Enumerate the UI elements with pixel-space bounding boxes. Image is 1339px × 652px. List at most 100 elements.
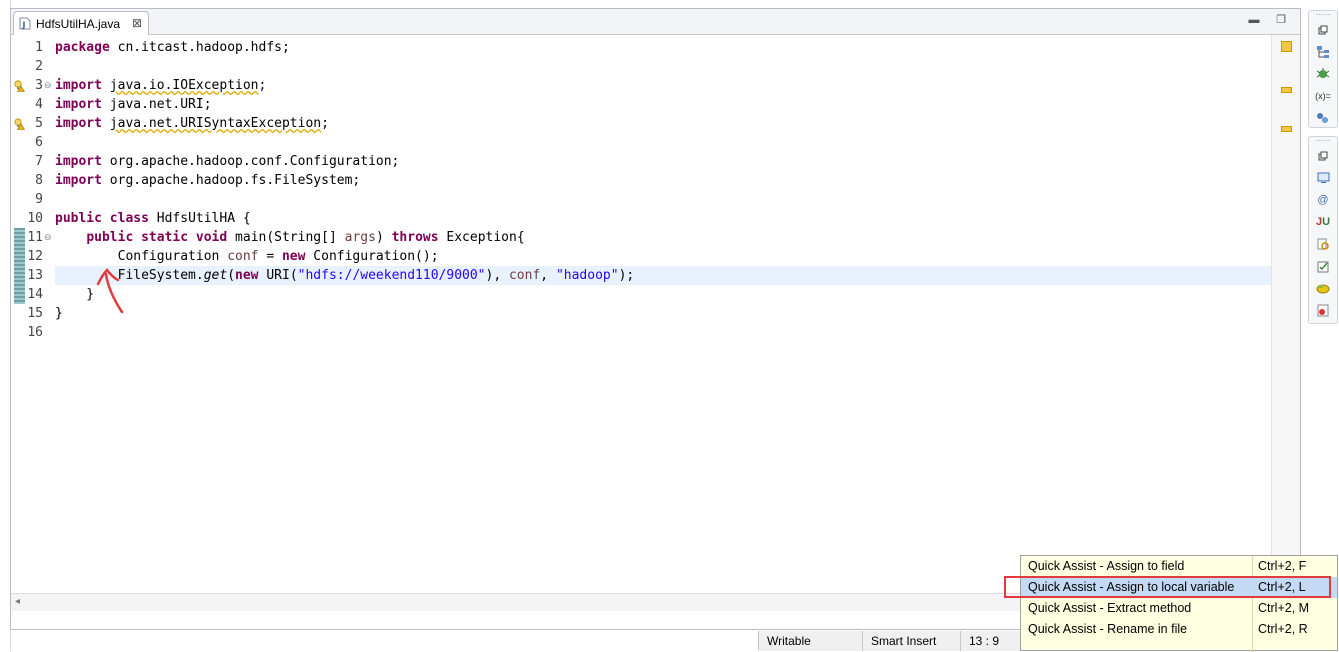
code-token: conf bbox=[227, 249, 259, 264]
code-token: new bbox=[281, 249, 306, 264]
tasks-icon[interactable] bbox=[1309, 255, 1337, 277]
code-token: conf bbox=[508, 268, 541, 283]
quick-assist-item[interactable]: Quick Assist - Extract method Ctrl+2, M bbox=[1021, 598, 1337, 619]
code-token: ), bbox=[485, 268, 509, 283]
code-line[interactable] bbox=[55, 57, 1273, 76]
junit-icon[interactable]: JU bbox=[1309, 211, 1337, 233]
overview-ruler[interactable] bbox=[1271, 35, 1300, 611]
variables-icon[interactable]: (x)= bbox=[1309, 85, 1337, 107]
quick-assist-shortcut: Ctrl+2, R bbox=[1258, 622, 1308, 636]
code-lines[interactable]: package cn.itcast.hadoop.hdfs; import jav… bbox=[55, 35, 1273, 611]
code-token: "hdfs://weekend110/9000" bbox=[297, 268, 486, 283]
code-token: ( bbox=[227, 268, 236, 283]
code-line[interactable]: Configuration conf = new Configuration()… bbox=[55, 247, 1273, 266]
code-token: throws bbox=[391, 230, 439, 245]
toolbar-grip[interactable]: ····· bbox=[1309, 10, 1337, 19]
lightbulb-warning-icon[interactable] bbox=[14, 80, 25, 92]
code-line[interactable]: } bbox=[55, 304, 1273, 323]
code-token: class bbox=[109, 211, 149, 226]
code-token: get bbox=[203, 268, 228, 283]
outline-icon[interactable] bbox=[1309, 41, 1337, 63]
code-token: ; bbox=[258, 78, 267, 93]
code-token: Configuration(); bbox=[305, 249, 439, 264]
console-icon[interactable] bbox=[1309, 167, 1337, 189]
code-token: java.net.URI; bbox=[101, 97, 212, 112]
code-token: java.io.IOException bbox=[109, 78, 259, 93]
restore-icon[interactable] bbox=[1309, 145, 1337, 167]
javadoc-icon[interactable]: @ bbox=[1309, 189, 1337, 211]
warning-marker[interactable] bbox=[1281, 87, 1292, 93]
line-number: 4 bbox=[35, 97, 43, 112]
code-line[interactable]: public static void main(String[] args) t… bbox=[55, 228, 1273, 247]
scroll-left-icon[interactable]: ◂ bbox=[15, 596, 20, 607]
close-icon[interactable]: ⊠ bbox=[132, 16, 142, 30]
code-token: import bbox=[55, 116, 102, 131]
search-icon[interactable] bbox=[1309, 233, 1337, 255]
line-number: 1 bbox=[35, 40, 43, 55]
warning-marker[interactable] bbox=[1281, 126, 1292, 132]
line-number: 15 bbox=[27, 306, 43, 321]
code-line[interactable]: import java.net.URISyntaxException; bbox=[55, 114, 1273, 133]
warning-summary-icon[interactable] bbox=[1281, 41, 1292, 52]
minimize-icon[interactable]: ▬ bbox=[1246, 13, 1262, 27]
code-token: import bbox=[55, 173, 102, 188]
code-token: URI( bbox=[258, 268, 298, 283]
code-line[interactable]: import java.io.IOException; bbox=[55, 76, 1273, 95]
quick-assist-item[interactable]: Quick Assist - Rename in file Ctrl+2, R bbox=[1021, 619, 1337, 640]
code-token: args bbox=[344, 230, 376, 245]
code-line-current[interactable]: FileSystem.get(new URI("hdfs://weekend11… bbox=[55, 266, 1273, 285]
status-cursor-position: 13 : 9 bbox=[960, 631, 1020, 651]
code-line[interactable] bbox=[55, 323, 1273, 342]
code-line[interactable] bbox=[55, 133, 1273, 152]
svg-text:J: J bbox=[22, 21, 26, 30]
fold-collapse-icon[interactable]: ⊖ bbox=[44, 76, 52, 95]
lightbulb-warning-icon[interactable] bbox=[14, 118, 25, 130]
code-token: package bbox=[55, 40, 110, 55]
code-token: , bbox=[540, 268, 556, 283]
line-number: 7 bbox=[35, 154, 43, 169]
right-toolbar-debug: ····· (x)= bbox=[1308, 10, 1338, 128]
breakpoints-icon[interactable] bbox=[1309, 107, 1337, 129]
code-token: static bbox=[141, 230, 189, 245]
code-area[interactable]: 1 2 3 4 5 6 7 8 9 10 11 12 13 14 15 16 ⊖ ⊖ package cn.itc… bbox=[11, 35, 1273, 611]
fold-collapse-icon[interactable]: ⊖ bbox=[44, 228, 52, 247]
quick-assist-shortcut: Ctrl+2, F bbox=[1258, 559, 1307, 573]
code-token: void bbox=[195, 230, 228, 245]
line-number: 8 bbox=[35, 173, 43, 188]
quick-assist-label: Quick Assist - Extract method bbox=[1028, 601, 1192, 615]
code-token: import bbox=[55, 97, 102, 112]
code-line[interactable]: import org.apache.hadoop.conf.Configurat… bbox=[55, 152, 1273, 171]
code-line[interactable]: import org.apache.hadoop.fs.FileSystem; bbox=[55, 171, 1273, 190]
java-file-icon: J bbox=[19, 17, 31, 30]
line-number-gutter: 1 2 3 4 5 6 7 8 9 10 11 12 13 14 15 16 ⊖ ⊖ bbox=[11, 35, 53, 611]
code-token: main(String[] bbox=[227, 230, 345, 245]
change-ruler-marker bbox=[14, 228, 25, 304]
code-line[interactable]: import java.net.URI; bbox=[55, 95, 1273, 114]
code-line[interactable]: } bbox=[55, 285, 1273, 304]
restore-icon[interactable] bbox=[1309, 19, 1337, 41]
tab-hdfsutilha[interactable]: J HdfsUtilHA.java ⊠ bbox=[13, 11, 149, 35]
code-token: HdfsUtilHA { bbox=[148, 211, 251, 226]
quick-assist-label: Quick Assist - Assign to field bbox=[1028, 559, 1185, 573]
debug-icon[interactable] bbox=[1309, 63, 1337, 85]
problems-icon[interactable] bbox=[1309, 277, 1337, 299]
code-token: new bbox=[235, 268, 259, 283]
toolbar-grip[interactable]: ····· bbox=[1309, 136, 1337, 145]
quick-assist-item[interactable]: Quick Assist - Assign to field Ctrl+2, F bbox=[1021, 556, 1337, 577]
code-line[interactable]: package cn.itcast.hadoop.hdfs; bbox=[55, 38, 1273, 57]
maximize-icon[interactable]: ❐ bbox=[1273, 13, 1289, 27]
tab-label: HdfsUtilHA.java bbox=[36, 17, 121, 31]
code-line[interactable] bbox=[55, 190, 1273, 209]
code-line[interactable]: public class HdfsUtilHA { bbox=[55, 209, 1273, 228]
right-toolbar-views: ····· @ JU bbox=[1308, 136, 1338, 324]
code-token: public bbox=[55, 211, 102, 226]
line-number: 9 bbox=[35, 192, 43, 207]
editor-tabbar: J HdfsUtilHA.java ⊠ ▬ ❐ bbox=[11, 9, 1300, 35]
line-number: 6 bbox=[35, 135, 43, 150]
error-log-icon[interactable] bbox=[1309, 299, 1337, 321]
quick-assist-popup: Quick Assist - Assign to field Ctrl+2, FQ… bbox=[1020, 555, 1338, 652]
status-writable: Writable bbox=[758, 631, 862, 651]
